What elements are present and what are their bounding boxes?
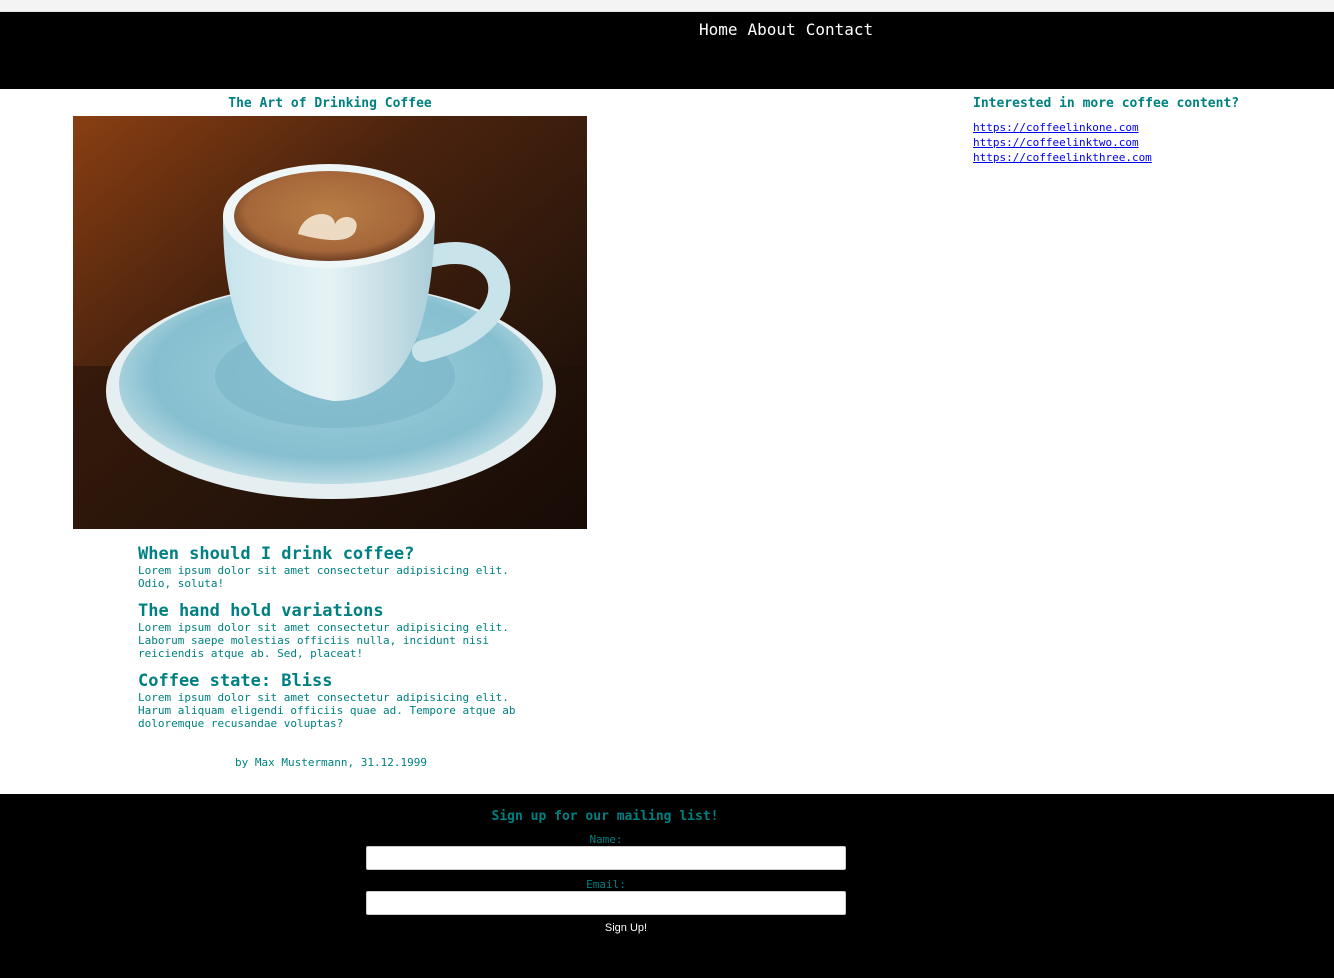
coffee-link-two[interactable]: https://coffeelinktwo.com [973,136,1139,149]
list-item: https://coffeelinkone.com [973,119,1293,134]
section-heading: When should I drink coffee? [138,544,415,564]
section-body: Lorem ipsum dolor sit amet consectetur a… [138,691,516,730]
article-section: The hand hold variations Lorem ipsum dol… [138,601,538,661]
coffee-cup-image [73,116,587,529]
site-footer: Sign up for our mailing list! Name: Emai… [0,794,1334,978]
sidebar: Interested in more coffee content? https… [973,96,1293,164]
list-item: https://coffeelinkthree.com [973,149,1293,164]
email-label: Email: [586,878,626,891]
section-body: Lorem ipsum dolor sit amet consectetur a… [138,621,509,660]
article-byline: by Max Mustermann, 31.12.1999 [234,756,428,769]
email-field[interactable] [366,891,846,915]
article-content: When should I drink coffee? Lorem ipsum … [138,545,538,742]
name-field[interactable] [366,846,846,870]
article-section: Coffee state: Bliss Lorem ipsum dolor si… [138,671,538,731]
sidebar-link-list: https://coffeelinkone.com https://coffee… [973,119,1293,164]
sign-up-button[interactable]: Sign Up! [366,921,886,935]
name-label: Name: [589,833,623,846]
coffee-link-three[interactable]: https://coffeelinkthree.com [973,151,1152,164]
section-heading: Coffee state: Bliss [138,671,333,691]
section-heading: The hand hold variations [138,601,384,621]
main-nav: Home About Contact [699,20,873,40]
list-item: https://coffeelinktwo.com [973,134,1293,149]
article-section: When should I drink coffee? Lorem ipsum … [138,544,538,591]
nav-home-link[interactable]: Home [699,20,738,40]
nav-contact-link[interactable]: Contact [806,20,873,40]
article-title: The Art of Drinking Coffee [228,96,432,111]
sidebar-heading: Interested in more coffee content? [973,96,1240,111]
browser-top-strip [0,0,1334,12]
nav-about-link[interactable]: About [748,20,796,40]
signup-title: Sign up for our mailing list! [491,809,719,824]
coffee-link-one[interactable]: https://coffeelinkone.com [973,121,1139,134]
section-body: Lorem ipsum dolor sit amet consectetur a… [138,564,509,590]
site-header: Home About Contact [0,12,1334,89]
